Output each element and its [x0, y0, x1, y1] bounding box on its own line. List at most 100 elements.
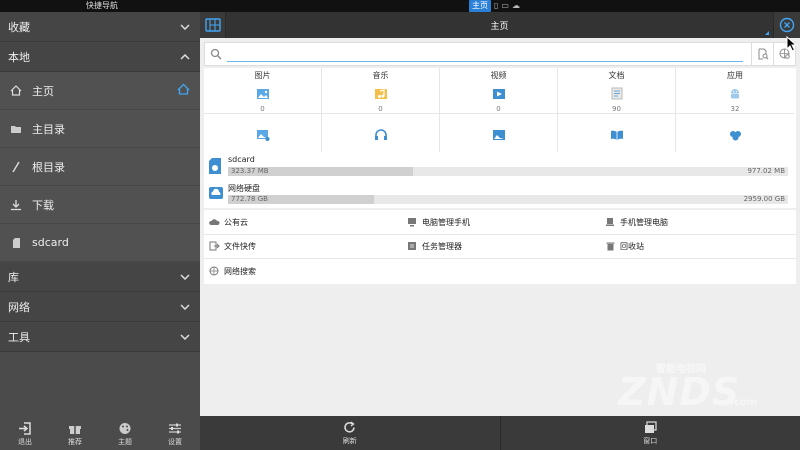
sidebar-item-label: 下载: [32, 198, 54, 212]
music-note-icon: [374, 85, 388, 104]
phone-icon: ▯: [494, 1, 499, 10]
sidebar-section-library[interactable]: 库: [0, 262, 200, 292]
divider: [204, 113, 321, 114]
file-transfer-icon: [208, 241, 220, 251]
tool-label: 电脑管理手机: [422, 217, 470, 227]
window-label: 窗口: [643, 436, 658, 445]
section-label: 本地: [8, 50, 30, 64]
tool-label: 任务管理器: [422, 241, 462, 251]
system-status-bar: 快捷导航 主页 ▯ ▭ ☁: [0, 0, 800, 12]
tab-menu-corner-icon: [765, 31, 769, 35]
section-label: 工具: [8, 330, 30, 344]
settings-label: 设置: [168, 438, 182, 446]
phone-to-pc-icon: [604, 217, 616, 227]
divider: [322, 113, 439, 114]
doc-icon: ▭: [501, 1, 509, 10]
theme-button[interactable]: 主题: [105, 422, 145, 447]
sidebar-item-label: 根目录: [32, 160, 65, 174]
book-icon[interactable]: [610, 126, 624, 145]
sidebar-item-root-directory[interactable]: 根目录: [0, 148, 200, 186]
sidebar-item-home[interactable]: 主页: [0, 72, 200, 110]
sidebar-item-label: 主页: [32, 84, 54, 98]
tool-recycle-bin[interactable]: 回收站: [600, 234, 796, 258]
sidebar-section-local[interactable]: 本地: [0, 42, 200, 72]
quick-nav-title: 快捷导航: [86, 1, 118, 10]
tool-label: 回收站: [620, 241, 644, 251]
tool-label: 手机管理电脑: [620, 217, 668, 227]
cloud-drive-icon: [208, 185, 224, 205]
video-play-icon: [492, 85, 506, 104]
divider: [440, 113, 557, 114]
exit-label: 退出: [18, 438, 32, 446]
close-tab-button[interactable]: [774, 12, 800, 38]
sdcard-storage-icon: [208, 157, 222, 179]
main-content: 图片 0 音乐 0 视频 0 文档 90 应用 32 sdcard 323.37…: [200, 38, 800, 416]
tool-pc-manage-phone[interactable]: 电脑管理手机: [402, 210, 598, 234]
storage-used: 772.78 GB: [231, 195, 268, 203]
tool-label: 公有云: [224, 217, 248, 227]
category-label: 音乐: [372, 71, 389, 80]
tool-label: 文件快传: [224, 241, 256, 251]
storage-used: 323.37 MB: [231, 167, 269, 175]
storage-panel: sdcard 323.37 MB 977.02 MB 网络硬盘 772.78 G…: [204, 152, 796, 208]
image-icon: [256, 85, 270, 104]
app-manager-icon[interactable]: [728, 126, 742, 145]
category-label: 图片: [254, 71, 271, 80]
tool-public-cloud[interactable]: 公有云: [204, 210, 400, 234]
recommend-button[interactable]: 推荐: [55, 422, 95, 447]
pc-to-phone-icon: [406, 217, 418, 227]
sidebar-section-network[interactable]: 网络: [0, 292, 200, 322]
android-icon: [729, 85, 741, 104]
window-button[interactable]: 窗口: [501, 416, 800, 450]
category-count: 0: [496, 105, 501, 113]
section-label: 库: [8, 270, 19, 284]
sidebar-item-sdcard[interactable]: sdcard: [0, 224, 200, 262]
window-grid-icon: [204, 18, 221, 32]
category-count: 0: [260, 105, 265, 113]
sidebar-item-home-directory[interactable]: 主目录: [0, 110, 200, 148]
storage-total: 977.02 MB: [747, 167, 785, 175]
palette-icon: [119, 423, 131, 434]
sidebar-bottom-toolbar: 退出 推荐 主题 设置: [0, 416, 200, 450]
chevron-down-icon: [180, 292, 190, 321]
set-home-icon[interactable]: [177, 83, 190, 98]
category-label: 文档: [608, 71, 625, 80]
download-icon: [8, 199, 24, 211]
divider: [558, 113, 675, 114]
sidebar-section-favorites[interactable]: 收藏: [0, 12, 200, 42]
headphones-icon[interactable]: [374, 126, 388, 145]
file-search-icon: [758, 48, 768, 60]
sidebar-item-label: 主目录: [32, 122, 65, 136]
search-input[interactable]: [227, 46, 743, 62]
window-tab-bar: 主页: [200, 12, 800, 38]
tool-task-manager[interactable]: 任务管理器: [402, 234, 598, 258]
tool-web-search[interactable]: 网络搜索: [204, 259, 400, 283]
tool-label: 网络搜索: [224, 266, 256, 276]
settings-button[interactable]: 设置: [155, 422, 195, 447]
window-switch-button[interactable]: [200, 12, 226, 38]
tool-file-transfer[interactable]: 文件快传: [204, 234, 400, 258]
folder-icon: [8, 124, 24, 134]
sidebar-item-downloads[interactable]: 下载: [0, 186, 200, 224]
refresh-button[interactable]: 刷新: [200, 416, 501, 450]
tool-phone-manage-pc[interactable]: 手机管理电脑: [600, 210, 796, 234]
sidebar: 收藏 本地 主页 主目录 根目录 下载 sdcard 库 网络 工具 退出 推荐…: [0, 12, 200, 450]
window-icon: [644, 420, 657, 433]
storage-total: 2959.00 GB: [743, 195, 785, 203]
sidebar-section-tools[interactable]: 工具: [0, 322, 200, 352]
cloud-icon: [208, 218, 220, 226]
document-icon: [611, 85, 623, 104]
gallery-shortcut-icon[interactable]: [256, 126, 270, 145]
storage-network-drive[interactable]: 网络硬盘 772.78 GB 2959.00 GB: [204, 180, 796, 208]
file-search-button[interactable]: [751, 43, 773, 65]
storage-sdcard[interactable]: sdcard 323.37 MB 977.02 MB: [204, 152, 796, 180]
category-label: 视频: [490, 71, 507, 80]
slash-icon: [8, 161, 24, 173]
tools-panel: 公有云 电脑管理手机 手机管理电脑 文件快传 任务管理器 回收站 网络搜索: [204, 210, 796, 284]
divider: [676, 113, 794, 114]
video-shortcut-icon[interactable]: [492, 126, 506, 145]
exit-button[interactable]: 退出: [5, 422, 45, 447]
home-indicator: 主页: [469, 0, 491, 12]
tab-home[interactable]: 主页: [226, 12, 774, 38]
cloud-status-icon: ☁: [511, 1, 520, 10]
